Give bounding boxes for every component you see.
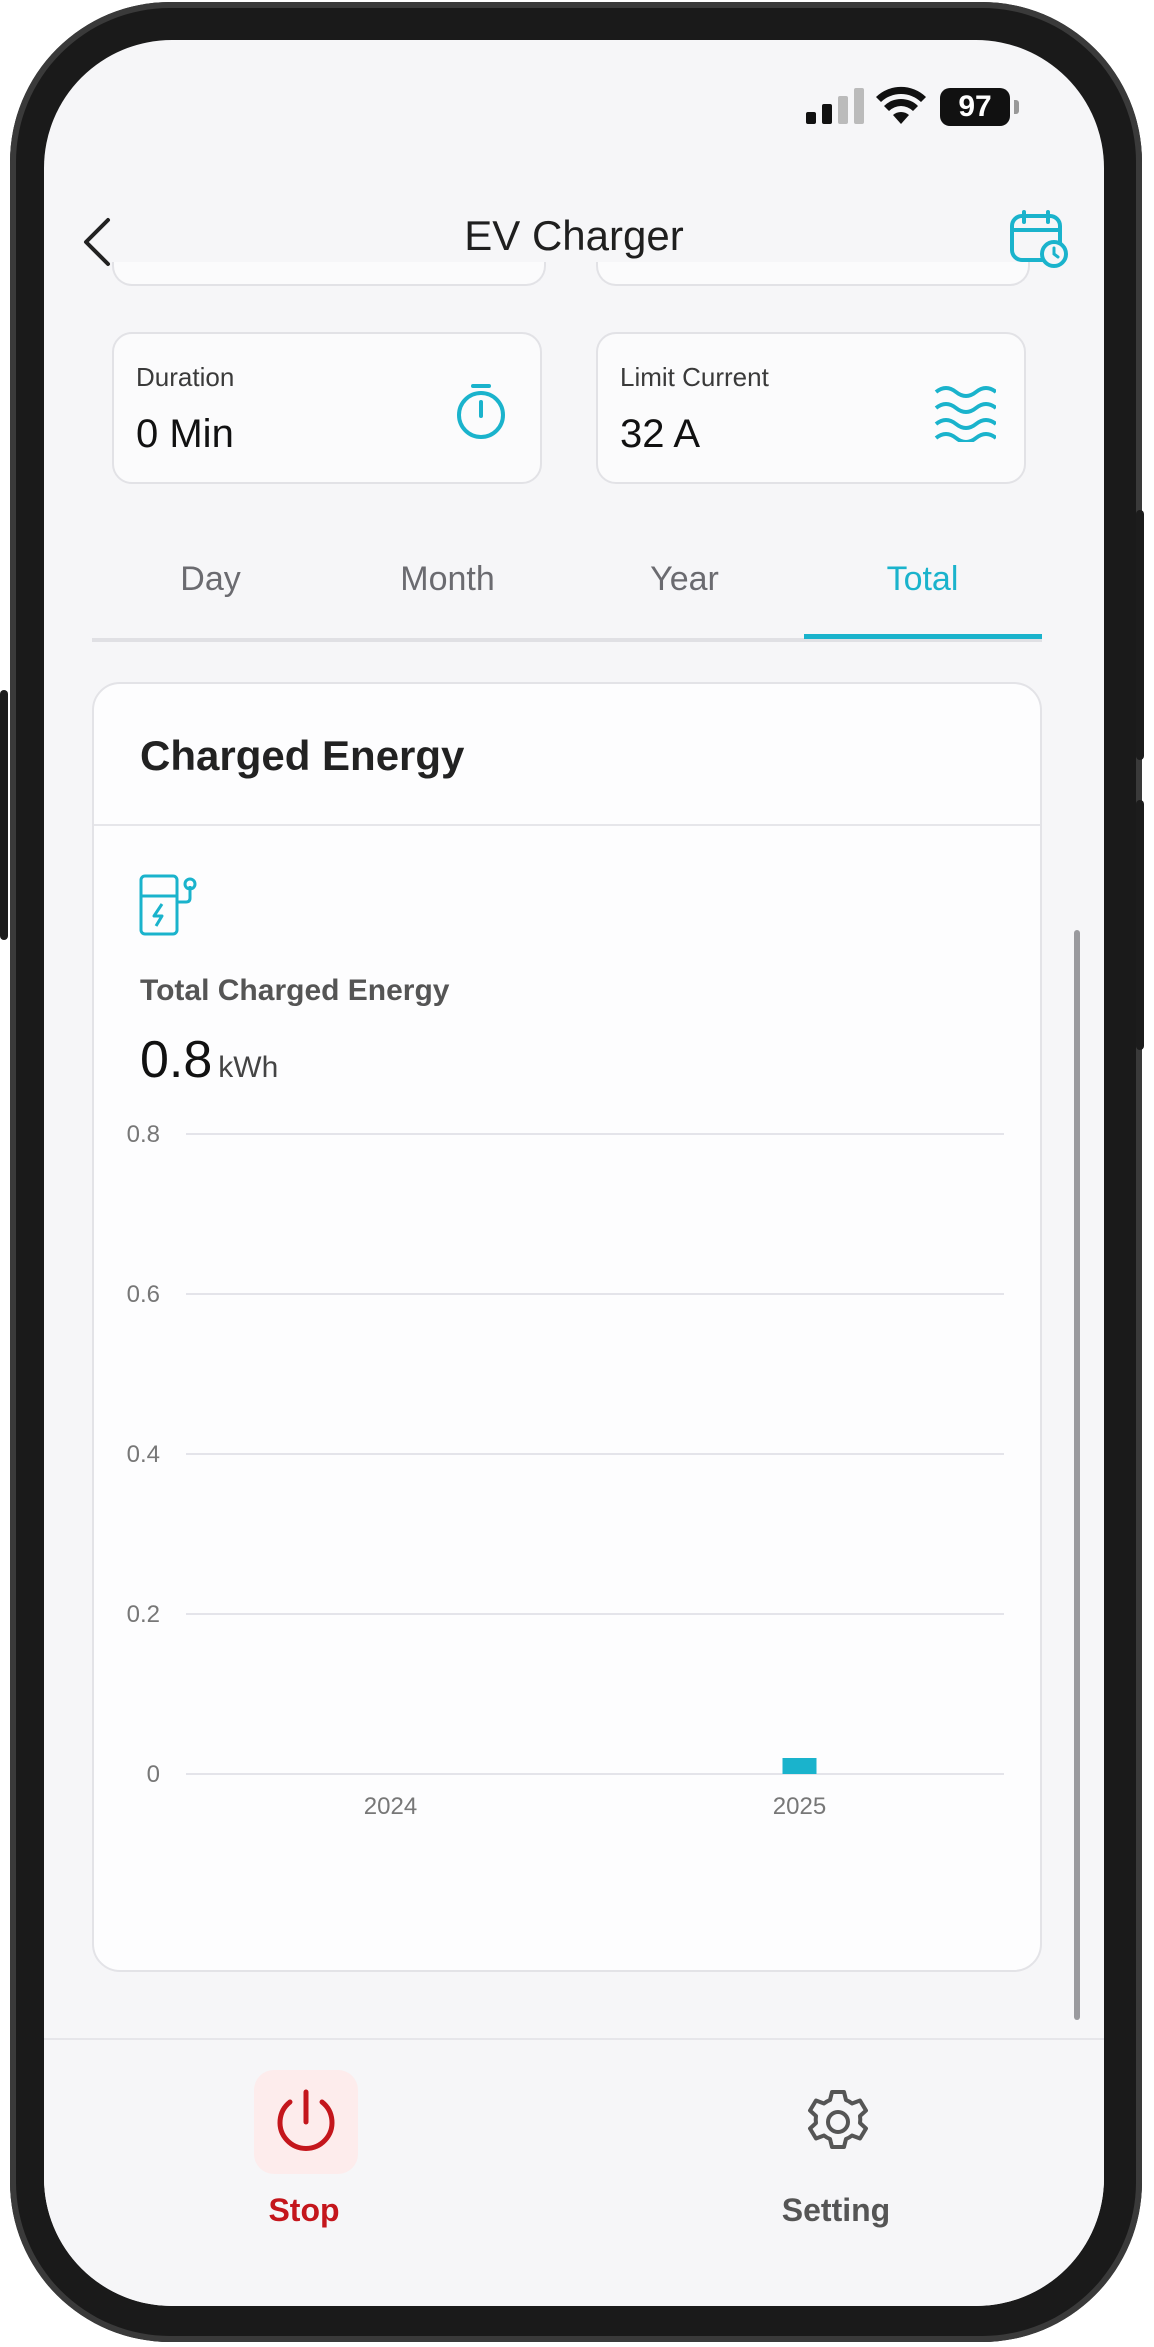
x-tick-label: 2024 xyxy=(364,1793,417,1820)
tab-month[interactable]: Month xyxy=(329,560,566,599)
y-tick-label: 0.2 xyxy=(127,1601,160,1628)
stop-button[interactable]: Stop xyxy=(184,2070,424,2270)
tab-year[interactable]: Year xyxy=(566,560,803,599)
setting-icon-box xyxy=(786,2070,890,2174)
total-energy-label: Total Charged Energy xyxy=(140,974,450,1007)
duration-label: Duration xyxy=(136,362,235,392)
y-tick-label: 0.4 xyxy=(127,1441,160,1468)
page-title: EV Charger xyxy=(464,212,684,259)
screen: 97 EV Charger Duration 0 Min Limit Curre… xyxy=(44,40,1104,2306)
stopwatch-icon xyxy=(457,384,505,439)
panel-title: Charged Energy xyxy=(140,732,465,779)
gear-icon xyxy=(808,2090,868,2149)
active-tab-indicator xyxy=(804,634,1042,639)
y-tick-label: 0.8 xyxy=(127,1121,160,1148)
tab-total[interactable]: Total xyxy=(804,560,1041,599)
current-waves-icon xyxy=(934,386,996,442)
total-energy-number: 0.8 xyxy=(140,1031,213,1089)
status-bar: 97 xyxy=(44,40,1104,160)
tab-day[interactable]: Day xyxy=(92,560,329,599)
ev-charger-icon xyxy=(139,874,197,936)
y-tick-label: 0 xyxy=(147,1761,160,1788)
limit-current-card: Limit Current 32 A xyxy=(596,332,1026,484)
volume-down-button xyxy=(1136,800,1144,1050)
limit-current-label: Limit Current xyxy=(620,362,769,392)
signal-icon xyxy=(806,88,864,124)
stop-label: Stop xyxy=(268,2192,340,2228)
power-icon xyxy=(277,2089,335,2151)
total-energy-value: 0.8 kWh xyxy=(140,1030,278,1090)
energy-bar-chart: 0 0.2 0.4 0.6 0.8 2024 2025 xyxy=(127,1121,1004,1820)
power-side-button xyxy=(0,690,8,940)
battery-indicator: 97 xyxy=(940,88,1010,126)
total-energy-unit: kWh xyxy=(218,1051,279,1084)
duration-value: 0 Min xyxy=(136,412,234,456)
volume-up-button xyxy=(1136,510,1144,760)
period-tabs: Day Month Year Total xyxy=(92,550,1042,642)
header: EV Charger xyxy=(44,160,1104,268)
bottom-bar: Stop Setting xyxy=(44,2038,1104,2306)
stop-icon-box xyxy=(254,2070,358,2174)
card-peek-right xyxy=(596,262,1030,286)
setting-button[interactable]: Setting xyxy=(716,2070,956,2270)
setting-label: Setting xyxy=(781,2192,891,2228)
calendar-schedule-icon[interactable] xyxy=(1008,208,1070,270)
scrollbar[interactable] xyxy=(1074,930,1080,2020)
charged-energy-panel: Charged Energy Total Charged Energy 0.8 k… xyxy=(92,682,1042,1972)
battery-tip xyxy=(1014,100,1019,114)
x-tick-label: 2025 xyxy=(773,1793,826,1820)
limit-current-value: 32 A xyxy=(620,412,701,456)
y-tick-label: 0.6 xyxy=(127,1281,160,1308)
panel-divider xyxy=(94,824,1040,826)
wifi-icon xyxy=(876,86,926,124)
bar-2025[interactable] xyxy=(782,1758,817,1774)
duration-card: Duration 0 Min xyxy=(112,332,542,484)
card-peek-left xyxy=(112,262,546,286)
